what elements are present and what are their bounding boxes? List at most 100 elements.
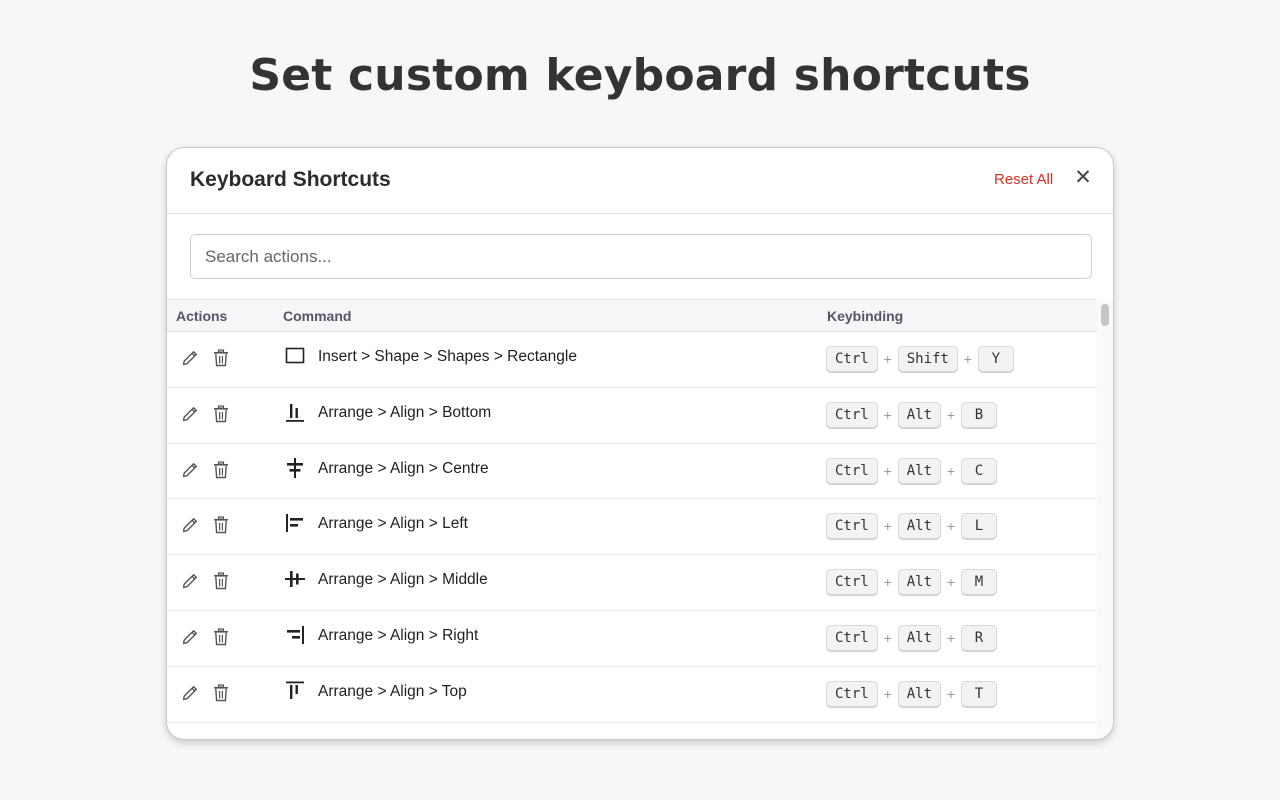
table-row[interactable]: Arrange > Align > Left Ctrl + Alt + L [167,499,1097,556]
key-cap: Alt [897,624,942,651]
align-middle-icon [285,571,305,588]
pencil-icon[interactable] [181,405,199,423]
plus-separator: + [883,518,892,535]
page-headline: Set custom keyboard shortcuts [249,50,1031,101]
command-label: Arrange > Align > Top [318,682,467,700]
table-row[interactable]: Arrange > Align > Centre Ctrl + Alt + C [167,444,1097,500]
command-cell: Arrange > Align > Top [273,667,817,723]
trash-icon[interactable] [213,684,229,702]
table-row[interactable]: Arrange > Align > Top Ctrl + Alt + T [167,667,1097,723]
scrollbar[interactable] [1097,300,1113,739]
key-cap: Alt [897,401,942,428]
plus-separator: + [946,574,956,591]
reset-all-button[interactable]: Reset All [994,171,1053,188]
plus-separator: + [883,685,892,702]
key-combination: Ctrl + Alt + T [826,680,998,707]
key-cap: Y [977,346,1014,372]
dialog-title: Keyboard Shortcuts [190,168,391,191]
command-cell: Arrange > Align > Centre [273,444,817,500]
command-cell: Insert > Shape > Shapes > Rectangle [273,332,817,388]
pencil-icon[interactable] [181,572,199,590]
align-bottom-icon [286,403,304,422]
command-cell: Arrange > Align > Left [273,499,817,556]
command-cell: Arrange > Align > Right [273,611,817,667]
key-combination: Ctrl + Alt + C [826,457,998,484]
trash-icon[interactable] [213,516,229,534]
key-cap: Ctrl [826,680,878,707]
key-cap: Ctrl [826,569,878,596]
pencil-icon[interactable] [181,461,199,479]
plus-separator: + [946,629,956,646]
key-cap: L [961,513,998,540]
key-cap: R [961,624,998,651]
row-actions [167,611,273,667]
key-cap: Shift [897,346,958,372]
search-input[interactable] [190,234,1092,279]
key-combination: Ctrl + Shift + Y [826,346,1014,372]
table-header: Actions Command Keybinding [167,299,1097,332]
align-centre-icon [287,457,303,478]
plus-separator: + [946,462,956,479]
key-cap: Alt [897,680,942,707]
row-actions [167,388,273,444]
key-combination: Ctrl + Alt + R [826,624,998,651]
column-header-keybinding: Keybinding [827,308,904,324]
command-label: Arrange > Align > Right [318,626,479,644]
row-actions [167,667,273,723]
key-cap: Ctrl [826,624,878,651]
key-cap: Alt [897,513,942,540]
command-label: Arrange > Align > Left [318,515,468,533]
table-row[interactable]: Arrange > Align > Middle Ctrl + Alt + M [167,555,1097,611]
trash-icon[interactable] [213,405,229,423]
key-cap: T [961,680,998,707]
keybinding-cell[interactable]: Ctrl + Alt + R [817,611,1097,667]
key-cap: Alt [897,457,942,484]
plus-separator: + [883,629,892,646]
key-combination: Ctrl + Alt + M [826,569,998,596]
keybinding-cell[interactable]: Ctrl + Shift + Y [817,332,1097,388]
keyboard-shortcuts-dialog: Keyboard Shortcuts Reset All ✕ Actions C… [166,147,1114,740]
row-actions [167,332,273,388]
key-combination: Ctrl + Alt + L [826,513,998,540]
scrollbar-thumb[interactable] [1101,304,1109,326]
plus-separator: + [963,351,972,367]
plus-separator: + [946,518,956,535]
keybinding-cell[interactable]: Ctrl + Alt + L [817,499,1097,556]
trash-icon[interactable] [213,460,229,479]
plus-separator: + [946,406,956,423]
keybinding-cell[interactable]: Ctrl + Alt + B [817,388,1097,444]
key-cap: M [961,569,998,596]
keybinding-cell[interactable]: Ctrl + Alt + M [817,555,1097,611]
table-row[interactable]: Arrange > Align > Right Ctrl + Alt + R [167,611,1097,667]
column-header-command: Command [283,308,352,324]
key-cap: B [961,401,998,428]
command-label: Arrange > Align > Bottom [318,403,492,421]
row-actions [167,555,273,611]
pencil-icon[interactable] [181,516,199,534]
align-right-icon [287,625,304,644]
table-row[interactable]: Insert > Shape > Shapes > Rectangle Ctrl… [167,332,1097,388]
table-row[interactable]: Arrange > Align > Bottom Ctrl + Alt + B [167,388,1097,444]
plus-separator: + [883,406,892,423]
plus-separator: + [946,685,956,702]
key-cap: Ctrl [826,346,878,372]
trash-icon[interactable] [213,349,229,367]
trash-icon[interactable] [213,628,229,646]
row-actions [167,444,273,500]
key-cap: Ctrl [826,513,878,540]
command-label: Insert > Shape > Shapes > Rectangle [318,348,577,365]
keybinding-cell[interactable]: Ctrl + Alt + C [817,444,1097,500]
pencil-icon[interactable] [181,628,199,646]
close-icon[interactable]: ✕ [1073,167,1093,189]
pencil-icon[interactable] [181,349,199,367]
row-actions [167,499,273,556]
key-cap: Ctrl [826,401,878,428]
command-label: Arrange > Align > Centre [318,459,489,477]
align-top-icon [286,681,304,699]
trash-icon[interactable] [213,572,229,590]
shortcuts-list: Insert > Shape > Shapes > Rectangle Ctrl… [167,332,1097,723]
command-cell: Arrange > Align > Bottom [273,388,817,444]
pencil-icon[interactable] [181,684,199,702]
keybinding-cell[interactable]: Ctrl + Alt + T [817,667,1097,723]
rectangle-icon [285,347,305,364]
